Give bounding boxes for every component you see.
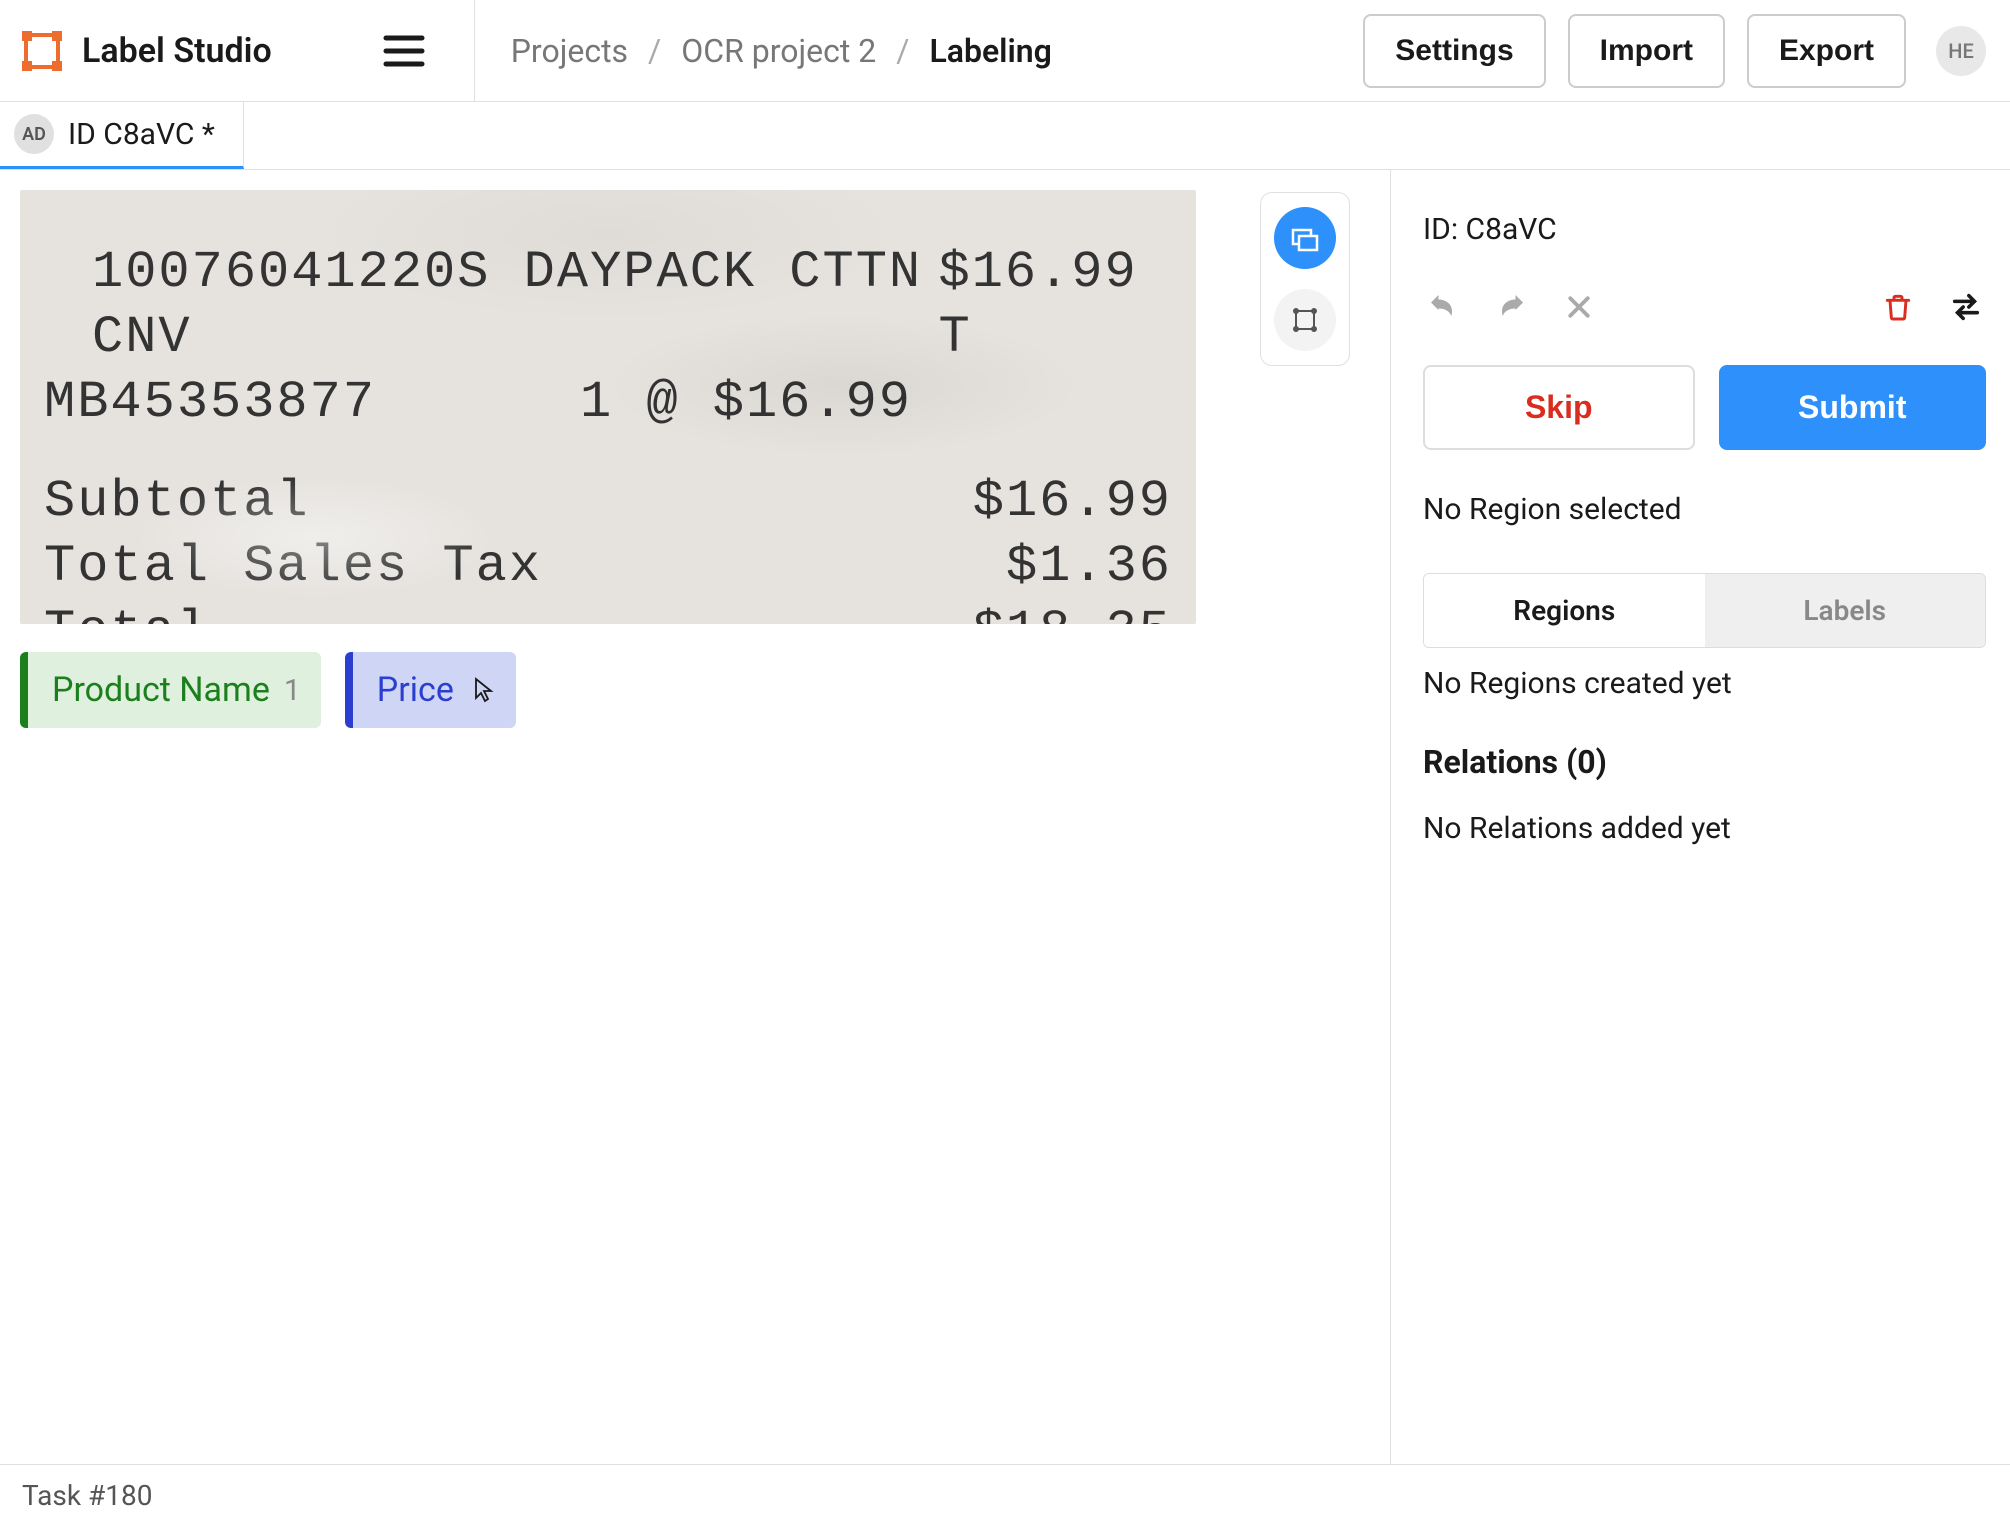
logo-icon xyxy=(20,29,64,73)
task-tab[interactable]: AD ID C8aVC * xyxy=(0,102,244,169)
receipt-text: $16.99 T xyxy=(938,240,1172,370)
task-tab-label: ID C8aVC * xyxy=(68,117,215,152)
relations-empty-text: No Relations added yet xyxy=(1423,811,1986,846)
task-tabs: AD ID C8aVC * xyxy=(0,102,2010,170)
receipt-text: $18.35 xyxy=(973,599,1172,624)
breadcrumb-sep: / xyxy=(896,32,909,70)
skip-button[interactable]: Skip xyxy=(1423,365,1695,450)
receipt-text: $16.99 xyxy=(973,469,1172,534)
close-icon[interactable] xyxy=(1559,287,1599,327)
breadcrumb: Projects / OCR project 2 / Labeling xyxy=(511,32,1052,70)
receipt-text: 1 @ $16.99 xyxy=(580,370,912,435)
export-button[interactable]: Export xyxy=(1747,14,1906,88)
task-image[interactable]: 10076041220S DAYPACK CTTN CNV $16.99 T M… xyxy=(20,190,1196,624)
tab-regions[interactable]: Regions xyxy=(1424,574,1705,647)
breadcrumb-projects[interactable]: Projects xyxy=(511,32,628,70)
swap-icon[interactable] xyxy=(1946,287,1986,327)
regions-empty-text: No Regions created yet xyxy=(1423,666,1986,701)
relations-title: Relations (0) xyxy=(1423,743,1986,781)
sidebar-tabs: Regions Labels xyxy=(1423,573,1986,648)
footer-task-number: Task #180 xyxy=(22,1479,152,1512)
sidebar-task-id: ID: C8aVC xyxy=(1423,212,1986,247)
settings-button[interactable]: Settings xyxy=(1363,14,1545,88)
region-selection-status: No Region selected xyxy=(1423,492,1986,527)
breadcrumb-sep: / xyxy=(648,32,661,70)
app-name[interactable]: Label Studio xyxy=(82,31,272,71)
label-product-name[interactable]: Product Name 1 xyxy=(20,652,321,728)
cursor-icon xyxy=(468,676,496,704)
menu-icon[interactable] xyxy=(382,32,426,70)
label-text: Price xyxy=(377,670,454,710)
annotation-tools xyxy=(1260,192,1350,366)
submit-button[interactable]: Submit xyxy=(1719,365,1987,450)
task-tab-badge: AD xyxy=(14,114,54,154)
receipt-text: 10076041220S DAYPACK CTTN CNV xyxy=(92,240,938,370)
receipt-text: Total xyxy=(44,599,210,624)
label-chips: Product Name 1 Price xyxy=(20,652,1370,728)
undo-icon[interactable] xyxy=(1423,287,1463,327)
receipt-text: $1.36 xyxy=(1006,534,1172,599)
receipt-text: MB45353877 xyxy=(44,370,376,435)
divider xyxy=(474,0,475,102)
user-avatar[interactable]: HE xyxy=(1936,26,1986,76)
tool-bbox-icon[interactable] xyxy=(1274,289,1336,351)
tab-labels[interactable]: Labels xyxy=(1705,574,1986,647)
import-button[interactable]: Import xyxy=(1568,14,1725,88)
receipt-text: Total Sales Tax xyxy=(44,534,542,599)
breadcrumb-current: Labeling xyxy=(929,32,1051,70)
label-price[interactable]: Price xyxy=(345,652,516,728)
trash-icon[interactable] xyxy=(1878,287,1918,327)
label-text: Product Name xyxy=(52,670,270,710)
breadcrumb-project[interactable]: OCR project 2 xyxy=(681,32,876,70)
tool-rectangle-icon[interactable] xyxy=(1274,207,1336,269)
label-hotkey: 1 xyxy=(284,673,301,708)
receipt-text: Subtotal xyxy=(44,469,310,534)
redo-icon[interactable] xyxy=(1491,287,1531,327)
